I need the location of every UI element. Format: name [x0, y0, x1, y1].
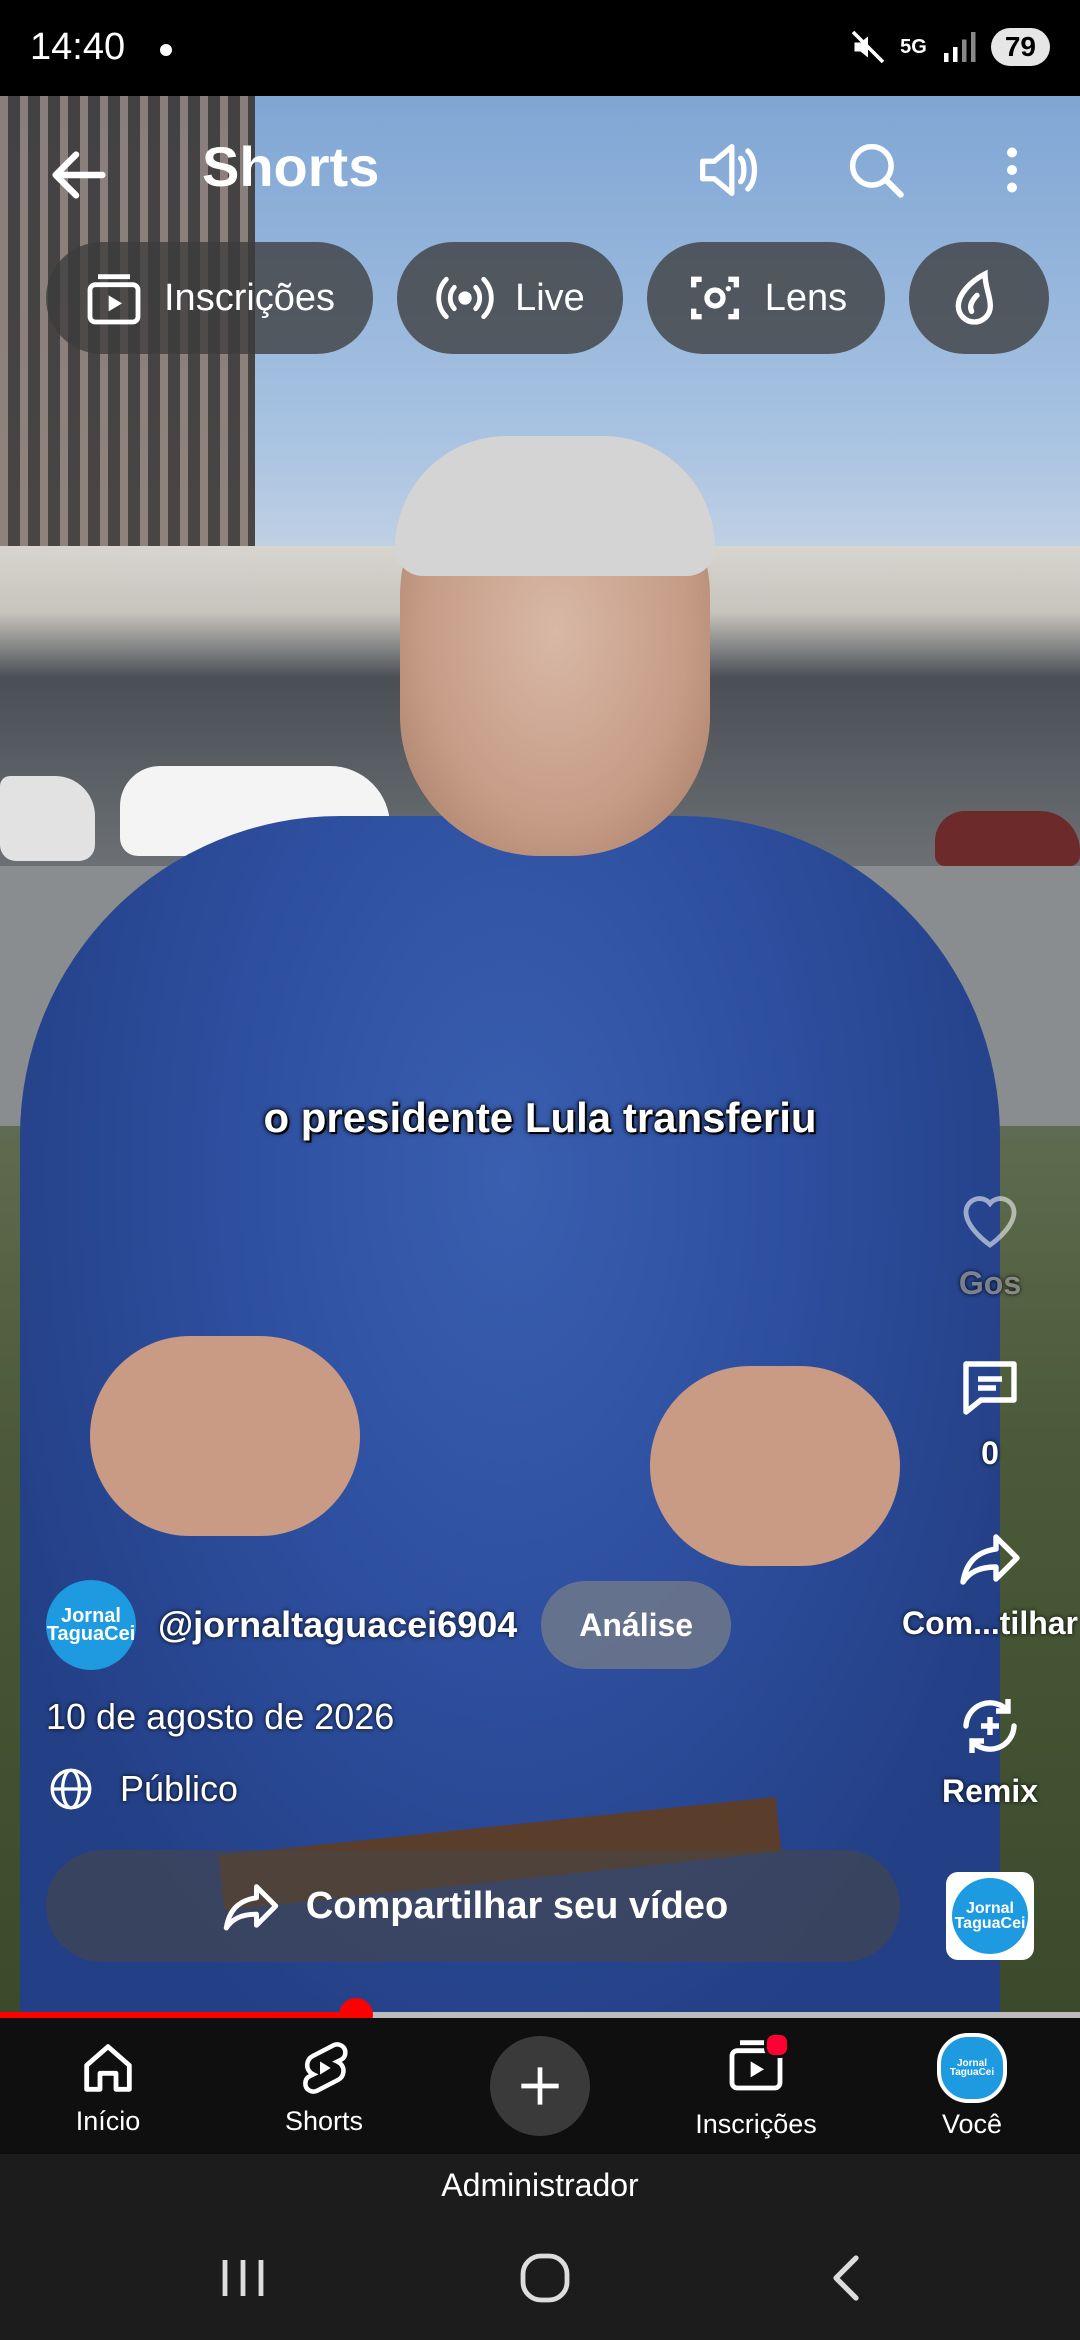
share-button[interactable]: Com...tilhar — [900, 1522, 1080, 1642]
battery-indicator: 79 — [990, 28, 1050, 66]
home-circle-icon[interactable] — [515, 2248, 575, 2308]
nav-shorts[interactable]: Shorts — [216, 2018, 432, 2154]
heart-icon — [963, 1196, 1017, 1248]
home-icon — [84, 2043, 132, 2092]
channel-handle[interactable]: @jornaltaguacei6904 — [158, 1604, 517, 1646]
live-broadcast-icon — [436, 276, 494, 320]
video-caption: o presidente Lula transferiu — [263, 1094, 817, 1141]
network-type: 5G — [900, 36, 927, 58]
drop-icon — [955, 269, 994, 325]
analysis-button[interactable]: Análise — [541, 1581, 732, 1669]
status-icons: 5G 79 — [850, 28, 1050, 66]
visibility-label: Público — [120, 1768, 239, 1809]
subscriptions-icon-wrap — [724, 2032, 790, 2103]
share-arrow-icon — [960, 1534, 1020, 1585]
avatar-logo: Jornal TaguaCei — [46, 1605, 136, 1645]
comment-icon — [963, 1361, 1017, 1415]
globe-icon — [50, 1768, 92, 1810]
like-label: Gos — [958, 1265, 1022, 1301]
channel-row: Jornal TaguaCei @jornaltaguacei6904 Análi… — [46, 1580, 732, 1670]
nav-label: Inscrições — [695, 2109, 817, 2139]
top-bar: Shorts — [0, 96, 1080, 236]
create-plus-icon — [521, 2067, 559, 2105]
chip-label: Inscrições — [164, 276, 336, 319]
remix-icon — [963, 1699, 1017, 1753]
search-icon — [849, 143, 904, 198]
nav-create[interactable] — [432, 2018, 648, 2154]
back-button[interactable] — [44, 140, 114, 210]
nav-subscriptions[interactable]: Inscrições — [648, 2018, 864, 2154]
background-car — [935, 811, 1080, 866]
visibility-status: Público — [46, 1764, 238, 1814]
nav-home[interactable]: Início — [0, 2018, 216, 2154]
more-vertical-icon — [1007, 147, 1017, 193]
remix-button[interactable]: Remix — [910, 1690, 1070, 1810]
like-button[interactable]: Gos — [910, 1182, 1070, 1302]
sound-thumbnail-logo: Jornal TaguaCei — [952, 1878, 1028, 1954]
sound-thumbnail[interactable]: Jornal TaguaCei — [946, 1872, 1034, 1960]
sound-button[interactable] — [686, 130, 766, 210]
shorts-icon — [303, 2041, 348, 2094]
channel-avatar[interactable]: Jornal TaguaCei — [46, 1580, 136, 1670]
share-label: Com...tilhar — [901, 1605, 1078, 1641]
filter-chips: Inscrições Live Lens — [46, 242, 1050, 354]
share-your-video-button[interactable]: Compartilhar seu vídeo — [46, 1850, 900, 1962]
chip-subscriptions[interactable]: Inscrições — [46, 242, 374, 354]
create-button[interactable] — [490, 2036, 590, 2136]
profile-avatar: Jornal TaguaCei — [937, 2032, 1007, 2103]
upload-date: 10 de agosto de 2026 — [46, 1696, 395, 1737]
new-content-badge — [764, 2032, 790, 2058]
subscriptions-icon — [87, 274, 141, 325]
speaker-hair — [395, 436, 715, 576]
arrow-left-icon — [52, 151, 106, 199]
chip-more[interactable] — [909, 242, 1050, 354]
bottom-navigation: Início Shorts Inscrições Jornal TaguaCei … — [0, 2018, 1080, 2154]
more-options-button[interactable] — [972, 130, 1052, 210]
admin-label: Administrador — [0, 2154, 1080, 2216]
nav-label: Início — [75, 2105, 141, 2136]
comments-button[interactable]: 0 — [910, 1352, 1070, 1472]
speaker-hand — [90, 1336, 360, 1536]
status-time: 14:40 — [30, 26, 126, 68]
chip-label: Live — [515, 276, 585, 319]
nav-label: Shorts — [284, 2105, 364, 2136]
page-title: Shorts — [202, 135, 380, 198]
remix-label: Remix — [941, 1773, 1039, 1809]
chip-label: Lens — [764, 276, 848, 319]
chip-lens[interactable]: Lens — [646, 242, 886, 354]
signal-icon — [943, 32, 976, 62]
nav-you[interactable]: Jornal TaguaCei Você — [864, 2018, 1080, 2154]
notification-dot — [160, 44, 172, 56]
system-navigation-bar — [0, 2216, 1080, 2340]
background-car — [0, 776, 95, 861]
lens-camera-icon — [690, 276, 739, 320]
chip-live[interactable]: Live — [397, 242, 623, 354]
search-button[interactable] — [836, 130, 916, 210]
speaker-hand — [650, 1366, 900, 1566]
share-your-video-label: Compartilhar seu vídeo — [305, 1884, 729, 1927]
speaker-icon — [700, 144, 758, 196]
recent-apps-icon[interactable] — [213, 2252, 273, 2304]
comments-count: 0 — [981, 1435, 999, 1471]
share-arrow-icon — [223, 1884, 279, 1931]
nav-label: Você — [941, 2108, 1003, 2139]
mute-icon — [851, 30, 885, 64]
status-bar: 14:40 5G 79 — [0, 0, 1080, 96]
back-nav-icon[interactable] — [820, 2250, 876, 2306]
